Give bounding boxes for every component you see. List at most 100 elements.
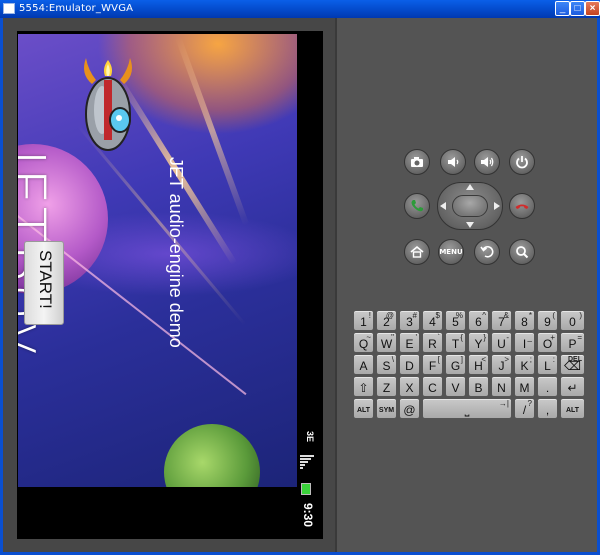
key-label: F <box>428 359 437 373</box>
key-label: 2 <box>383 315 390 329</box>
key-y[interactable]: } Y <box>468 332 489 353</box>
key-l[interactable]: :L <box>537 354 558 375</box>
key-o[interactable]: + O <box>537 332 558 353</box>
key-label: 4 <box>429 315 436 329</box>
volume-down-icon <box>448 157 459 167</box>
key-q[interactable]: ~ Q <box>353 332 374 353</box>
key-u[interactable]: -U <box>491 332 512 353</box>
phone-call-icon <box>411 200 423 212</box>
power-button[interactable] <box>509 149 535 175</box>
dpad-up-arrow-icon[interactable] <box>466 184 474 190</box>
home-icon <box>410 245 424 258</box>
key-x[interactable]: X <box>399 376 420 397</box>
key-label: G <box>450 359 461 373</box>
search-button[interactable] <box>509 239 535 265</box>
key-s[interactable]: \ S <box>376 354 397 375</box>
minimize-button[interactable]: _ <box>555 1 570 16</box>
key-label: Q <box>358 337 369 351</box>
key-g[interactable]: ] G <box>445 354 466 375</box>
key-alt-left[interactable]: ALT <box>353 398 374 419</box>
key-label: 8 <box>521 315 528 329</box>
key-1[interactable]: ! 1 <box>353 310 374 331</box>
key-label: V <box>451 381 460 395</box>
key-p[interactable]: = P <box>560 332 585 353</box>
key-k[interactable]: ; K <box>514 354 535 375</box>
space-icon: ⎵ <box>464 403 470 417</box>
dpad-left-arrow-icon[interactable] <box>440 202 446 210</box>
dpad-right-arrow-icon[interactable] <box>494 202 500 210</box>
key-j[interactable]: > J <box>491 354 512 375</box>
key-enter[interactable]: ↵ <box>560 376 585 397</box>
signal-strength-icon <box>300 455 314 469</box>
maximize-button[interactable]: □ <box>570 1 585 16</box>
start-button-label: START! <box>36 250 55 309</box>
key-v[interactable]: V <box>445 376 466 397</box>
key-label: W <box>380 337 393 351</box>
key-e[interactable]: ' E <box>399 332 420 353</box>
key-label: R <box>428 337 437 351</box>
app-icon <box>3 3 15 14</box>
app-subtitle: JET audio-engine demo <box>166 157 186 348</box>
key-4[interactable]: $4 <box>422 310 443 331</box>
start-button[interactable]: START! <box>24 241 64 325</box>
key-6[interactable]: ^ 6 <box>468 310 489 331</box>
home-button[interactable] <box>404 239 430 265</box>
key-label: 0 <box>569 315 576 329</box>
key-slash[interactable]: ? / <box>514 398 535 419</box>
key-w[interactable]: " W <box>376 332 397 353</box>
key-i[interactable]: _ I <box>514 332 535 353</box>
end-call-icon <box>515 204 529 209</box>
close-button[interactable]: × <box>585 1 600 16</box>
key-label: 3 <box>406 315 413 329</box>
dpad-center-button[interactable] <box>452 195 488 217</box>
network-indicator: 3E <box>305 431 315 443</box>
key-7[interactable]: & 7 <box>491 310 512 331</box>
key-comma[interactable]: , <box>537 398 558 419</box>
key-sym[interactable]: SYM <box>376 398 397 419</box>
key-0[interactable]: ) 0 <box>560 310 585 331</box>
key-2[interactable]: @2 <box>376 310 397 331</box>
dpad-down-arrow-icon[interactable] <box>466 222 474 228</box>
key-label: M <box>519 381 530 395</box>
key-label: 9 <box>544 315 551 329</box>
key-n[interactable]: N <box>491 376 512 397</box>
key-space[interactable]: →| ⎵ <box>422 398 512 419</box>
key-a[interactable]: A <box>353 354 374 375</box>
key-3[interactable]: #3 <box>399 310 420 331</box>
key-t[interactable]: {T <box>445 332 466 353</box>
power-icon <box>516 156 528 169</box>
key-label: N <box>497 381 506 395</box>
key-delete[interactable]: DEL ⌫ <box>560 354 585 375</box>
green-planet-image <box>164 424 260 487</box>
key-shift[interactable]: ⇧ <box>353 376 374 397</box>
key-label: I <box>522 337 527 351</box>
key-b[interactable]: B <box>468 376 489 397</box>
device-screen[interactable]: JETBoy JET audio-engine demo START! 3E 9… <box>17 31 323 539</box>
key-z[interactable]: Z <box>376 376 397 397</box>
key-at[interactable]: @ <box>399 398 420 419</box>
key-9[interactable]: (9 <box>537 310 558 331</box>
key-alt-right[interactable]: ALT <box>560 398 585 419</box>
key-f[interactable]: [F <box>422 354 443 375</box>
key-label: . <box>545 381 550 395</box>
end-call-button[interactable] <box>509 193 535 219</box>
key-5[interactable]: % 5 <box>445 310 466 331</box>
menu-button[interactable]: MENU <box>438 239 464 265</box>
camera-button[interactable] <box>404 149 430 175</box>
back-button[interactable] <box>474 239 500 265</box>
key-label: Y <box>474 337 483 351</box>
volume-down-button[interactable] <box>440 149 466 175</box>
key-period[interactable]: . <box>537 376 558 397</box>
key-label: 5 <box>452 315 459 329</box>
key-d[interactable]: D <box>399 354 420 375</box>
key-8[interactable]: * 8 <box>514 310 535 331</box>
enter-icon: ↵ <box>567 381 578 395</box>
volume-up-button[interactable] <box>474 149 500 175</box>
key-h[interactable]: < H <box>468 354 489 375</box>
call-button[interactable] <box>404 193 430 219</box>
key-c[interactable]: C <box>422 376 443 397</box>
window-titlebar: 5554:Emulator_WVGA _ □ × <box>0 0 600 18</box>
key-r[interactable]: ` R <box>422 332 443 353</box>
key-label: ALT <box>356 407 371 414</box>
key-m[interactable]: M <box>514 376 535 397</box>
